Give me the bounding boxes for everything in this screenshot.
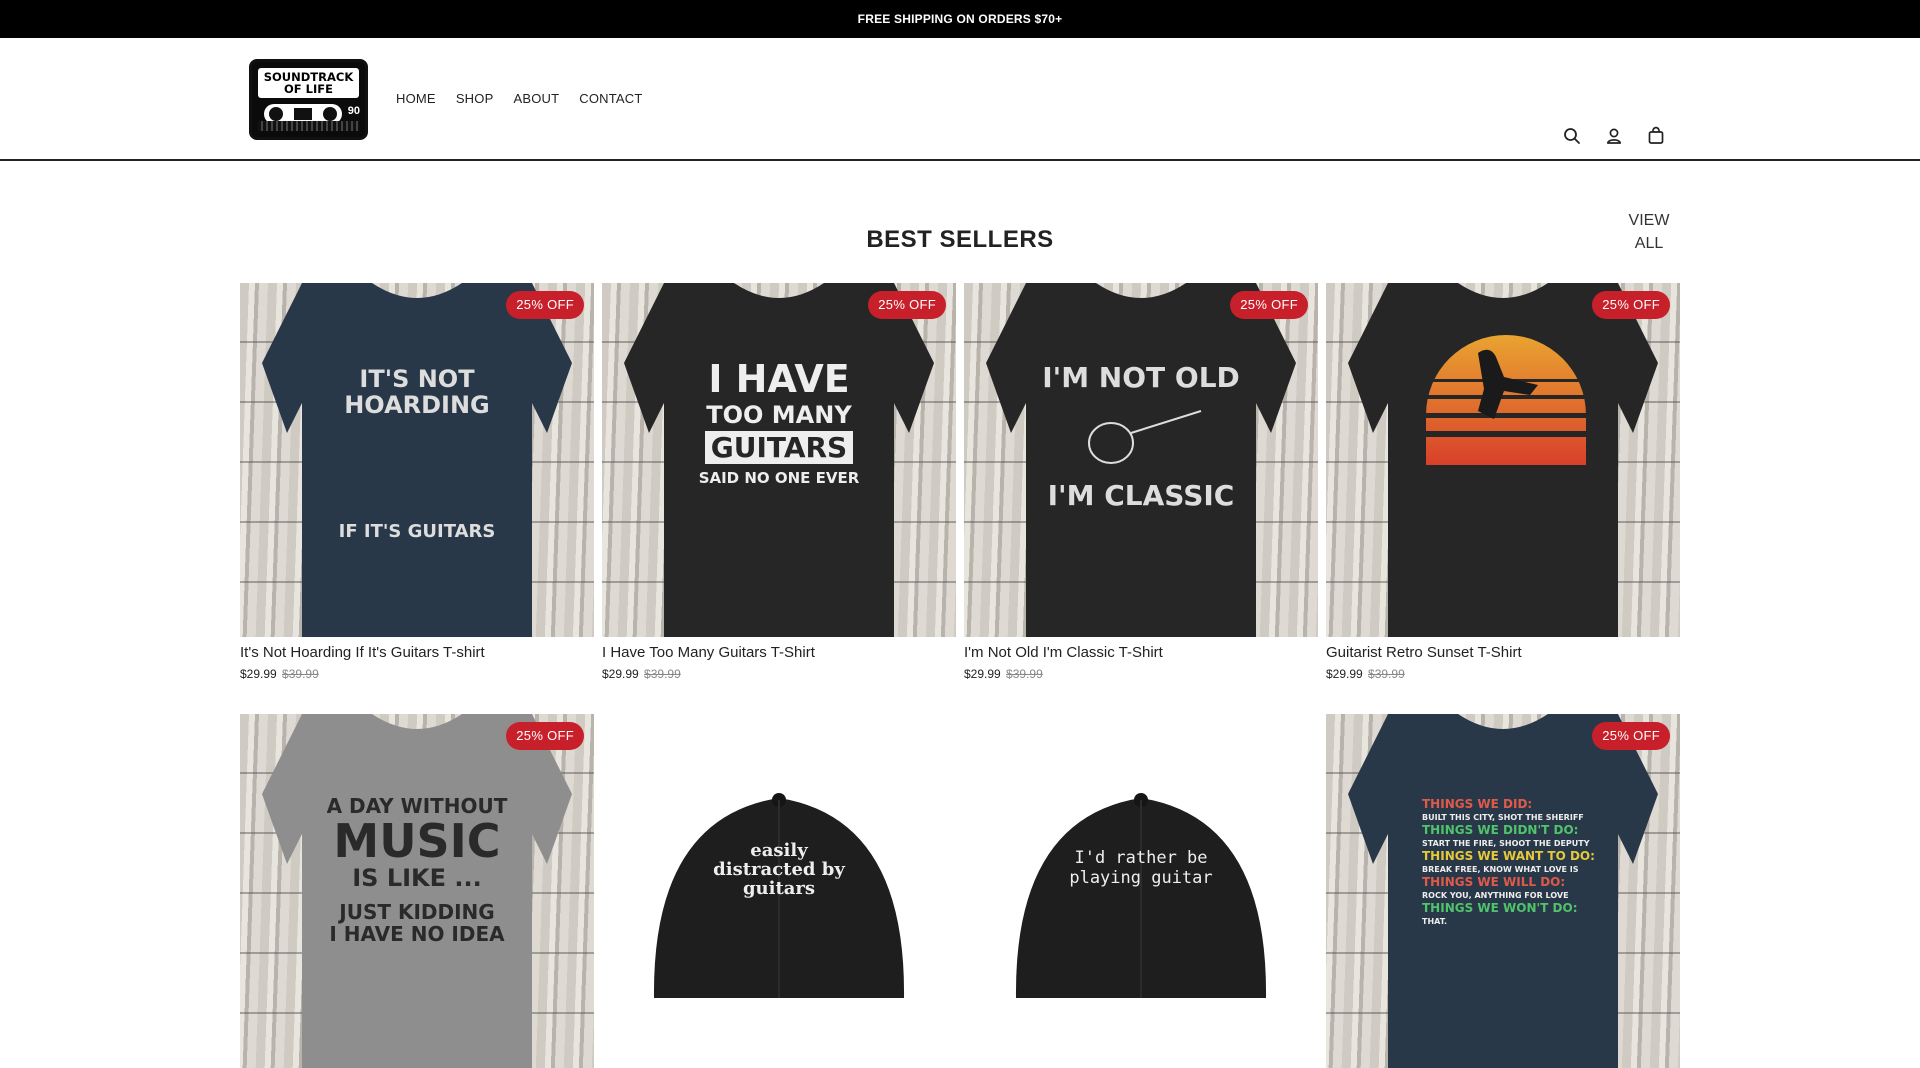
product-card[interactable]: IT'S NOT HOARDING IF IT'S GUITARS 25% OF… [240, 283, 594, 681]
product-image[interactable]: I'M NOT OLD I'M CLASSIC 25% OFF [964, 283, 1318, 637]
product-card[interactable]: 25% OFF Guitarist Retro Sunset T-Shirt $… [1326, 283, 1680, 681]
account-icon[interactable] [1604, 126, 1624, 146]
logo-number: 90 [347, 105, 360, 117]
announcement-text: FREE SHIPPING ON ORDERS $70+ [857, 12, 1063, 26]
product-image[interactable]: IT'S NOT HOARDING IF IT'S GUITARS 25% OF… [240, 283, 594, 637]
sale-badge: 25% OFF [506, 722, 584, 750]
tshirt-image [986, 283, 1296, 637]
shirt-print: THINGS WE DID: BUILT THIS CITY, SHOT THE… [1422, 797, 1595, 927]
product-price: $29.99 $39.99 [1326, 667, 1405, 681]
tshirt-image [1348, 283, 1658, 637]
logo-line2: OF LIFE [284, 82, 333, 96]
cap-print: I'd rather be [1074, 848, 1208, 868]
nav-shop[interactable]: SHOP [456, 91, 494, 106]
shirt-print: I'M NOT OLD [1042, 361, 1240, 394]
nav-about[interactable]: ABOUT [513, 91, 559, 106]
shirt-print: I HAVE [708, 357, 850, 401]
nav-home[interactable]: HOME [396, 91, 436, 106]
sale-badge: 25% OFF [1230, 291, 1308, 319]
product-card[interactable]: A DAY WITHOUT MUSIC IS LIKE ... JUST KID… [240, 714, 594, 1068]
product-image[interactable]: 25% OFF [1326, 283, 1680, 637]
product-image[interactable]: easily distracted by guitars [602, 714, 956, 1068]
product-price: $29.99 $39.99 [240, 667, 319, 681]
cart-icon[interactable] [1646, 126, 1666, 146]
search-icon[interactable] [1562, 126, 1582, 146]
product-card[interactable]: I'M NOT OLD I'M CLASSIC 25% OFF I'm Not … [964, 283, 1318, 681]
product-card[interactable]: I HAVE TOO MANY GUITARS SAID NO ONE EVER… [602, 283, 956, 681]
product-image[interactable]: THINGS WE DID: BUILT THIS CITY, SHOT THE… [1326, 714, 1680, 1068]
sale-badge: 25% OFF [868, 291, 946, 319]
view-all-link[interactable]: VIEW ALL [1620, 209, 1678, 255]
product-image[interactable]: A DAY WITHOUT MUSIC IS LIKE ... JUST KID… [240, 714, 594, 1068]
sale-badge: 25% OFF [506, 291, 584, 319]
product-card[interactable]: THINGS WE DID: BUILT THIS CITY, SHOT THE… [1326, 714, 1680, 1068]
product-image[interactable]: I HAVE TOO MANY GUITARS SAID NO ONE EVER… [602, 283, 956, 637]
nav-contact[interactable]: CONTACT [579, 91, 642, 106]
sale-badge: 25% OFF [1592, 722, 1670, 750]
sale-badge: 25% OFF [1592, 291, 1670, 319]
store-logo[interactable]: SOUNDTRACK OF LIFE 90 [249, 59, 368, 140]
product-name[interactable]: It's Not Hoarding If It's Guitars T-shir… [240, 644, 594, 661]
shirt-print: IT'S NOT [359, 365, 475, 393]
product-price: $29.99 $39.99 [602, 667, 681, 681]
tshirt-image [262, 283, 572, 637]
main-nav: HOME SHOP ABOUT CONTACT [396, 91, 643, 106]
product-card[interactable]: I'd rather be playing guitar [964, 714, 1318, 1068]
product-card[interactable]: easily distracted by guitars [602, 714, 956, 1068]
product-image[interactable]: I'd rather be playing guitar [964, 714, 1318, 1068]
cap-print: easily [750, 840, 808, 861]
product-price: $29.99 $39.99 [964, 667, 1043, 681]
site-header: SOUNDTRACK OF LIFE 90 HOME SHOP ABOUT CO… [0, 38, 1920, 161]
product-name[interactable]: I Have Too Many Guitars T-Shirt [602, 644, 956, 661]
product-name[interactable]: I'm Not Old I'm Classic T-Shirt [964, 644, 1318, 661]
product-name[interactable]: Guitarist Retro Sunset T-Shirt [1326, 644, 1680, 661]
announcement-bar: FREE SHIPPING ON ORDERS $70+ [0, 0, 1920, 38]
